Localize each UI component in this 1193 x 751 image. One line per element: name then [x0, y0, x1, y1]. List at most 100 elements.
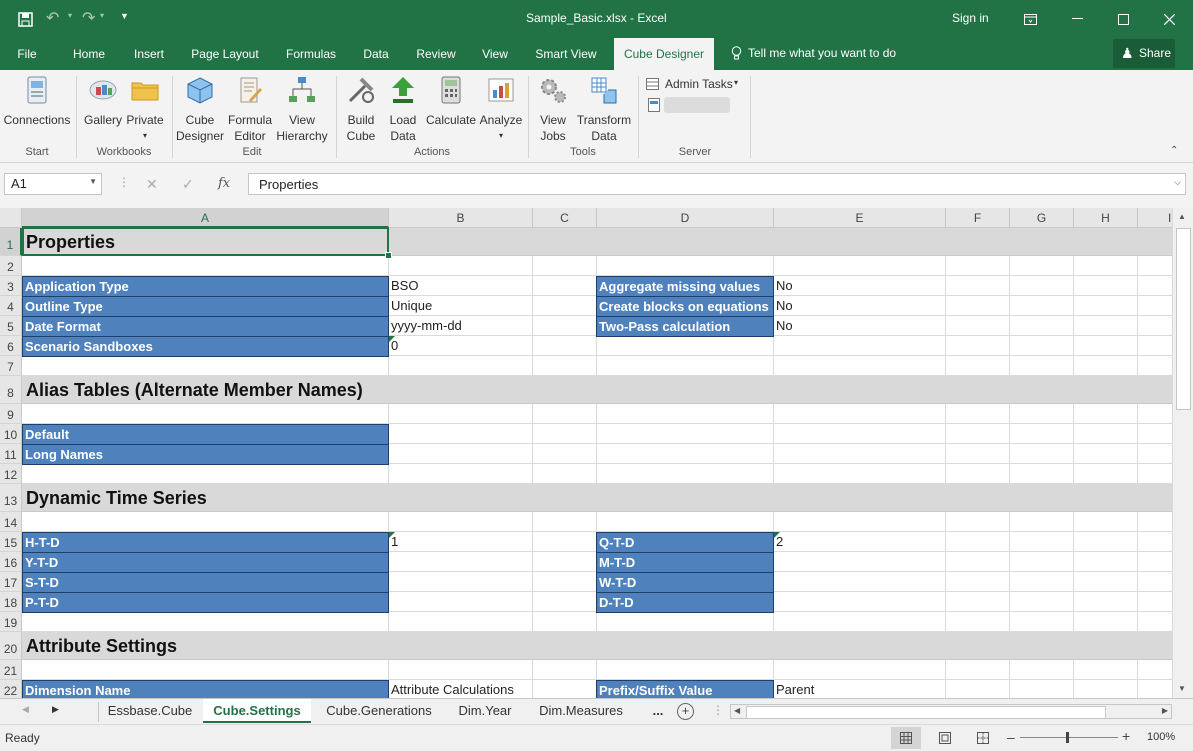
cell-prefix-suffix-label[interactable]: Prefix/Suffix Value: [596, 680, 774, 698]
column-header-i[interactable]: I: [1138, 208, 1172, 228]
zoom-in-icon[interactable]: +: [1122, 728, 1130, 744]
row-header-21[interactable]: 21: [0, 660, 22, 680]
tell-me-search[interactable]: Tell me what you want to do: [748, 46, 896, 60]
calculate-button[interactable]: Calculate: [424, 74, 478, 128]
normal-view-icon[interactable]: [891, 727, 921, 749]
column-header-e[interactable]: E: [774, 208, 946, 228]
cell-outline-type-value[interactable]: Unique: [388, 298, 432, 313]
cell-aggregate-missing-label[interactable]: Aggregate missing values: [596, 276, 774, 297]
row-header-8[interactable]: 8: [0, 376, 22, 404]
row-header-14[interactable]: 14: [0, 512, 22, 532]
row-header-19[interactable]: 19: [0, 612, 22, 632]
zoom-level[interactable]: 100%: [1147, 731, 1175, 743]
row-header-7[interactable]: 7: [0, 356, 22, 376]
cell-application-type-label[interactable]: Application Type: [22, 276, 389, 297]
cell-application-type-value[interactable]: BSO: [388, 278, 418, 293]
redo-dropdown-icon[interactable]: ▾: [100, 11, 104, 20]
tab-formulas[interactable]: Formulas: [280, 38, 342, 70]
worksheet-grid[interactable]: A B C D E F G H I 1 2 3 4 5 6 7 8 9 10 1…: [0, 208, 1172, 698]
row-header-17[interactable]: 17: [0, 572, 22, 592]
row-header-3[interactable]: 3: [0, 276, 22, 296]
minimize-icon[interactable]: [1054, 0, 1100, 38]
column-header-b[interactable]: B: [389, 208, 533, 228]
row-header-2[interactable]: 2: [0, 256, 22, 276]
name-box[interactable]: A1 ▼: [4, 173, 102, 195]
sheet-tab-cube-settings[interactable]: Cube.Settings: [203, 699, 311, 723]
page-break-view-icon[interactable]: [977, 732, 989, 744]
cell-two-pass-label[interactable]: Two-Pass calculation: [596, 316, 774, 337]
close-icon[interactable]: [1146, 0, 1192, 38]
analyze-button[interactable]: Analyze ▾: [478, 74, 524, 144]
row-header-11[interactable]: 11: [0, 444, 22, 464]
sheet-tab-essbase-cube[interactable]: Essbase.Cube: [100, 699, 200, 723]
row-header-20[interactable]: 20: [0, 632, 22, 660]
tab-smart-view[interactable]: Smart View: [530, 38, 602, 70]
view-jobs-button[interactable]: View Jobs: [532, 74, 574, 144]
tab-home[interactable]: Home: [66, 38, 112, 70]
tab-review[interactable]: Review: [410, 38, 462, 70]
cell-alias-default[interactable]: Default: [22, 424, 389, 445]
column-header-g[interactable]: G: [1010, 208, 1074, 228]
column-header-a[interactable]: A: [22, 208, 389, 228]
cell-date-format-label[interactable]: Date Format: [22, 316, 389, 337]
column-header-c[interactable]: C: [533, 208, 597, 228]
expand-formula-bar-icon[interactable]: ⌵: [1174, 177, 1181, 188]
active-cell-a1[interactable]: [22, 227, 389, 256]
tab-page-layout[interactable]: Page Layout: [186, 38, 264, 70]
row-header-4[interactable]: 4: [0, 296, 22, 316]
row-header-9[interactable]: 9: [0, 404, 22, 424]
tab-view[interactable]: View: [474, 38, 516, 70]
section-title-alias[interactable]: Alias Tables (Alternate Member Names): [26, 380, 363, 401]
more-sheets-button[interactable]: ...: [644, 699, 672, 723]
cell-scenario-sandboxes-label[interactable]: Scenario Sandboxes: [22, 336, 389, 357]
admin-tasks-button[interactable]: Admin Tasks ▾: [646, 76, 746, 92]
row-header-6[interactable]: 6: [0, 336, 22, 356]
cell-alias-long-names[interactable]: Long Names: [22, 444, 389, 465]
connections-button[interactable]: Connections: [2, 74, 72, 128]
h-scroll-left-icon[interactable]: ◀: [734, 706, 740, 715]
ribbon-display-options-icon[interactable]: [1007, 0, 1053, 38]
gallery-button[interactable]: Gallery: [82, 74, 124, 128]
add-sheet-icon[interactable]: +: [677, 703, 694, 720]
build-cube-button[interactable]: Build Cube: [340, 74, 382, 144]
load-data-button[interactable]: Load Data: [382, 74, 424, 144]
cell-aggregate-missing-value[interactable]: No: [773, 278, 793, 293]
row-header-1[interactable]: 1: [0, 228, 22, 256]
zoom-slider[interactable]: [1020, 737, 1118, 738]
h-scroll-thumb[interactable]: [746, 706, 1106, 719]
redo-icon[interactable]: ↷: [82, 8, 95, 28]
cell-attribute-calculations[interactable]: Attribute Calculations: [388, 682, 514, 697]
name-box-dropdown-icon[interactable]: ▼: [89, 177, 97, 186]
collapse-ribbon-icon[interactable]: ⌃: [1170, 145, 1178, 156]
cell-ptd-label[interactable]: P-T-D: [22, 592, 389, 613]
row-header-16[interactable]: 16: [0, 552, 22, 572]
section-title-attr[interactable]: Attribute Settings: [26, 636, 177, 657]
sheet-scroll-left-icon[interactable]: ◀: [22, 704, 29, 715]
row-header-12[interactable]: 12: [0, 464, 22, 484]
cell-std-label[interactable]: S-T-D: [22, 572, 389, 593]
cell-dimension-name-label[interactable]: Dimension Name: [22, 680, 389, 698]
cell-mtd-label[interactable]: M-T-D: [596, 552, 774, 573]
formula-editor-button[interactable]: Formula Editor: [226, 74, 274, 144]
cell-prefix-suffix-value[interactable]: Parent: [773, 682, 814, 697]
undo-dropdown-icon[interactable]: ▾: [68, 11, 72, 20]
scroll-thumb[interactable]: [1176, 228, 1191, 410]
sheet-tab-dim-measures[interactable]: Dim.Measures: [526, 699, 636, 723]
row-header-5[interactable]: 5: [0, 316, 22, 336]
formula-input[interactable]: Properties ⌵: [248, 173, 1186, 195]
tab-file[interactable]: File: [8, 38, 46, 70]
cell-create-blocks-label[interactable]: Create blocks on equations: [596, 296, 774, 317]
cell-date-format-value[interactable]: yyyy-mm-dd: [388, 318, 462, 333]
sheet-tab-dim-year[interactable]: Dim.Year: [447, 699, 523, 723]
column-header-h[interactable]: H: [1074, 208, 1138, 228]
h-scroll-right-icon[interactable]: ▶: [1162, 706, 1168, 715]
scroll-up-icon[interactable]: ▲: [1178, 212, 1186, 221]
cell-ytd-label[interactable]: Y-T-D: [22, 552, 389, 573]
confirm-entry-icon[interactable]: ✓: [182, 176, 194, 193]
undo-icon[interactable]: ↶: [46, 8, 59, 28]
sheet-scroll-right-icon[interactable]: ▶: [52, 704, 59, 715]
page-layout-view-icon[interactable]: [939, 732, 951, 744]
cell-dtd-label[interactable]: D-T-D: [596, 592, 774, 613]
column-header-f[interactable]: F: [946, 208, 1010, 228]
row-header-10[interactable]: 10: [0, 424, 22, 444]
